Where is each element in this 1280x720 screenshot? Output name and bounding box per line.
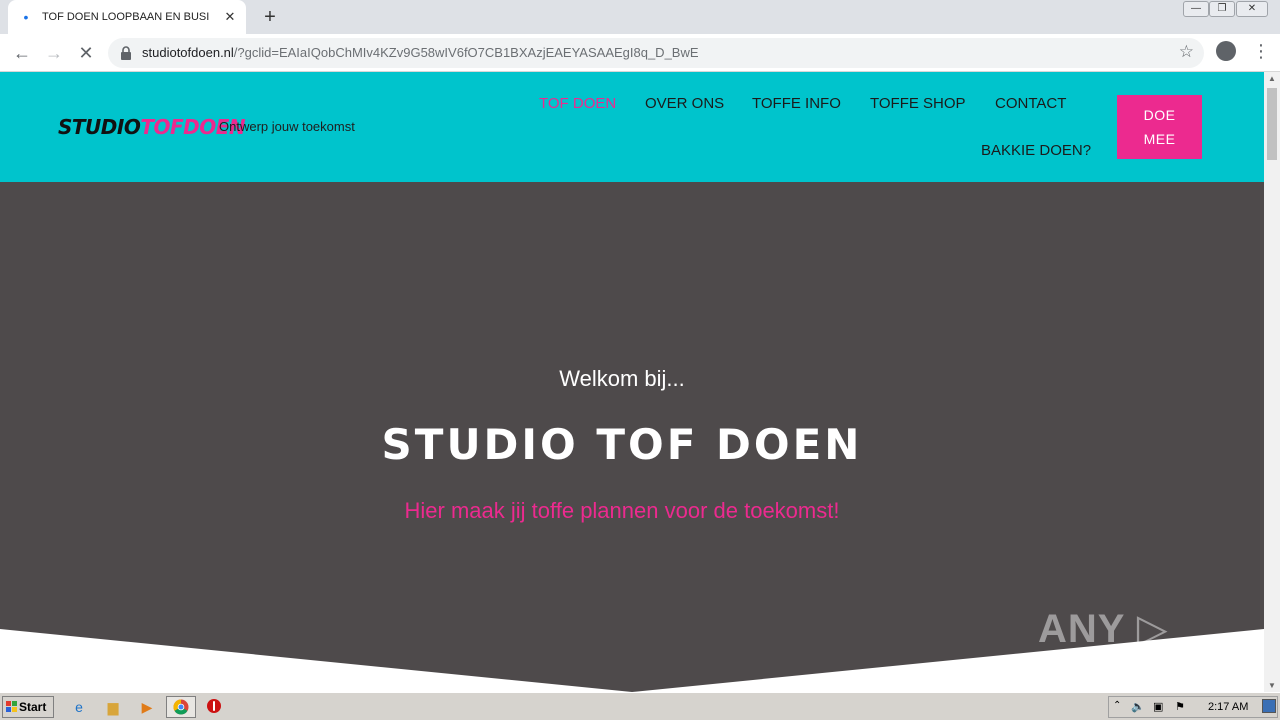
tab-title: TOF DOEN LOOPBAAN EN BUSINESS <box>42 11 210 23</box>
volume-icon[interactable]: 🔈 <box>1131 700 1145 713</box>
windows-taskbar: Start e ▆ ▶ ⌃ 🔈 ▣ ⚑ 2:17 AM <box>0 692 1280 720</box>
back-button[interactable]: ← <box>10 41 34 65</box>
profile-avatar-icon[interactable] <box>1216 41 1236 61</box>
nav-toffe-info[interactable]: TOFFE INFO <box>752 95 841 112</box>
browser-tab[interactable]: • TOF DOEN LOOPBAAN EN BUSINESS ✕ <box>8 0 246 34</box>
forward-button[interactable]: → <box>42 41 66 65</box>
page-viewport: STUDIOTOFDOEN Ontwerp jouw toekomst TOF … <box>0 72 1264 692</box>
lock-icon <box>121 46 131 60</box>
opera-icon[interactable] <box>205 698 223 716</box>
start-label: Start <box>19 700 47 714</box>
scroll-down-icon[interactable]: ▼ <box>1268 681 1276 690</box>
scroll-thumb[interactable] <box>1267 88 1277 160</box>
address-bar[interactable]: studiotofdoen.nl/?gclid=EAIaIQobChMIv4KZ… <box>108 38 1204 68</box>
hero-title: STUDIO TOF DOEN <box>381 420 863 469</box>
new-tab-button[interactable]: + <box>259 6 281 28</box>
url-host: studiotofdoen.nl <box>142 45 234 60</box>
anyrun-watermark: ANY ▷ RUN <box>1038 607 1169 692</box>
browser-tabstrip: • TOF DOEN LOOPBAAN EN BUSINESS ✕ + — ❐ … <box>0 0 1280 34</box>
restore-button[interactable]: ❐ <box>1209 1 1235 17</box>
browser-menu-icon[interactable]: ⋮ <box>1252 40 1270 64</box>
logo-studio: STUDIO <box>58 115 141 139</box>
site-logo[interactable]: STUDIOTOFDOEN <box>58 115 246 139</box>
action-center-flag-icon[interactable]: ⚑ <box>1175 700 1185 713</box>
nav-contact[interactable]: CONTACT <box>995 95 1066 112</box>
tab-close-icon[interactable]: ✕ <box>222 9 238 25</box>
minimize-button[interactable]: — <box>1183 1 1209 17</box>
start-button[interactable]: Start <box>2 696 54 718</box>
site-tagline: Ontwerp jouw toekomst <box>219 119 355 134</box>
browser-toolbar: ← → ✕ studiotofdoen.nl/?gclid=EAIaIQobCh… <box>0 34 1280 72</box>
media-player-icon[interactable]: ▶ <box>138 698 156 716</box>
chrome-icon <box>173 699 189 715</box>
nav-toffe-shop[interactable]: TOFFE SHOP <box>870 95 966 112</box>
stop-button[interactable]: ✕ <box>74 41 98 65</box>
cta-line-2: MEE <box>1143 131 1176 147</box>
windows-flag-icon <box>6 701 17 712</box>
show-desktop-icon[interactable] <box>1262 699 1276 713</box>
system-tray: ⌃ 🔈 ▣ ⚑ <box>1108 696 1278 718</box>
folder-icon[interactable]: ▆ <box>104 698 122 716</box>
nav-tof-doen[interactable]: TOF DOEN <box>539 95 616 112</box>
tray-expand-icon[interactable]: ⌃ <box>1113 700 1121 711</box>
network-icon[interactable]: ▣ <box>1153 700 1163 713</box>
taskbar-clock[interactable]: 2:17 AM <box>1208 701 1248 713</box>
close-window-button[interactable]: ✕ <box>1236 1 1268 17</box>
bookmark-star-icon[interactable]: ☆ <box>1179 42 1194 62</box>
hero-welcome: Welkom bij... <box>559 366 685 391</box>
nav-bakkie-doen[interactable]: BAKKIE DOEN? <box>981 142 1091 159</box>
internet-explorer-icon[interactable]: e <box>70 698 88 716</box>
url-text[interactable]: studiotofdoen.nl/?gclid=EAIaIQobChMIv4KZ… <box>142 45 699 60</box>
nav-over-ons[interactable]: OVER ONS <box>645 95 724 112</box>
cta-line-1: DOE <box>1143 107 1176 123</box>
site-header: STUDIOTOFDOEN Ontwerp jouw toekomst TOF … <box>0 72 1264 182</box>
page-scrollbar[interactable]: ▲ ▼ <box>1264 72 1280 692</box>
doe-mee-button[interactable]: DOE MEE <box>1117 95 1202 159</box>
url-query: /?gclid=EAIaIQobChMIv4KZv9G58wIV6fO7CB1B… <box>233 45 699 60</box>
chrome-taskbar-button[interactable] <box>166 696 196 718</box>
hero-tagline: Hier maak jij toffe plannen voor de toek… <box>404 498 840 523</box>
scroll-up-icon[interactable]: ▲ <box>1268 74 1276 83</box>
loading-icon: • <box>23 9 29 25</box>
